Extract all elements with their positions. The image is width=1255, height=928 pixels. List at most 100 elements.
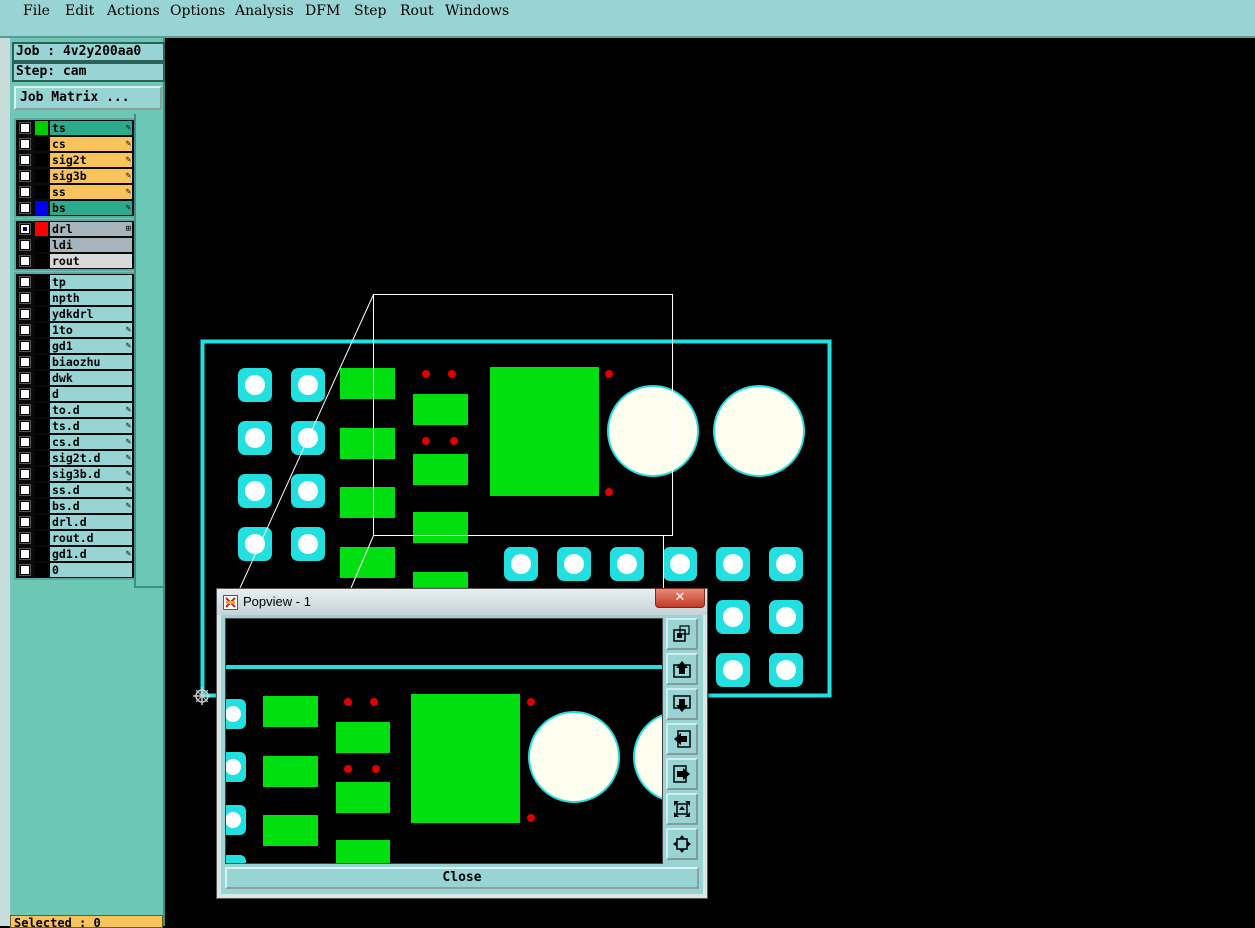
layer-checkbox[interactable] (19, 276, 31, 288)
layer-row-ydkdrl[interactable]: ydkdrl (16, 306, 134, 322)
menu-step[interactable]: Step (354, 3, 386, 19)
pan-up-button[interactable] (666, 653, 698, 685)
menu-rout[interactable]: Rout (400, 3, 434, 19)
layer-row-1to[interactable]: 1to ✎ (16, 322, 134, 338)
layer-name[interactable]: sig3b (50, 169, 132, 183)
layer-row-ss-d[interactable]: ss.d ✎ (16, 482, 134, 498)
layer-name[interactable]: sig2t (50, 153, 132, 167)
layer-row-sig3b[interactable]: sig3b ✎ (16, 168, 134, 184)
zoom-home-button[interactable] (666, 828, 698, 860)
layer-name[interactable]: ldi (50, 238, 132, 252)
layer-checkbox[interactable] (19, 484, 31, 496)
layer-checkbox[interactable] (19, 532, 31, 544)
layer-row-sig3b-d[interactable]: sig3b.d ✎ (16, 466, 134, 482)
menu-analysis[interactable]: Analysis (235, 3, 294, 19)
layer-name[interactable]: ss (50, 185, 132, 199)
layer-row-ts-d[interactable]: ts.d ✎ (16, 418, 134, 434)
layer-checkbox[interactable] (19, 436, 31, 448)
close-button[interactable]: Close (225, 867, 699, 889)
layer-name[interactable]: drl (50, 222, 132, 236)
layer-checkbox[interactable] (19, 388, 31, 400)
layer-row-rout[interactable]: rout (16, 253, 134, 269)
layer-row-biaozhu[interactable]: biaozhu (16, 354, 134, 370)
layer-name[interactable]: ts (50, 121, 132, 135)
layer-checkbox[interactable] (19, 564, 31, 576)
layer-name[interactable]: sig2t.d (50, 451, 132, 465)
menu-windows[interactable]: Windows (445, 3, 509, 19)
layer-name[interactable]: 1to (50, 323, 132, 337)
layer-checkbox[interactable] (19, 500, 31, 512)
popview-canvas[interactable] (225, 618, 663, 864)
menu-options[interactable]: Options (170, 3, 225, 19)
layer-checkbox[interactable] (19, 356, 31, 368)
pan-right-button[interactable] (666, 758, 698, 790)
menu-actions[interactable]: Actions (107, 3, 160, 19)
layer-row-d[interactable]: d (16, 386, 134, 402)
layer-name[interactable]: sig3b.d (50, 467, 132, 481)
zoom-window-button[interactable] (666, 618, 698, 650)
zoom-out-button[interactable] (666, 793, 698, 825)
layer-name[interactable]: cs.d (50, 435, 132, 449)
layer-row-sig2t-d[interactable]: sig2t.d ✎ (16, 450, 134, 466)
layer-row-cs-d[interactable]: cs.d ✎ (16, 434, 134, 450)
layer-row-rout-d[interactable]: rout.d (16, 530, 134, 546)
layer-row-tp[interactable]: tp (16, 274, 134, 290)
layer-row-ldi[interactable]: ldi (16, 237, 134, 253)
layer-checkbox[interactable] (19, 122, 31, 134)
pan-left-button[interactable] (666, 723, 698, 755)
layer-name[interactable]: ss.d (50, 483, 132, 497)
layer-row-npth[interactable]: npth (16, 290, 134, 306)
layer-row-0[interactable]: 0 (16, 562, 134, 578)
layer-checkbox[interactable] (19, 308, 31, 320)
layer-checkbox[interactable] (19, 255, 31, 267)
layer-checkbox[interactable] (19, 223, 31, 235)
menu-edit[interactable]: Edit (65, 3, 94, 19)
layer-row-sig2t[interactable]: sig2t ✎ (16, 152, 134, 168)
layer-name[interactable]: 0 (50, 563, 132, 577)
layer-row-drl-d[interactable]: drl.d (16, 514, 134, 530)
layer-name[interactable]: gd1 (50, 339, 132, 353)
layer-checkbox[interactable] (19, 420, 31, 432)
layer-name[interactable]: drl.d (50, 515, 132, 529)
layer-name[interactable]: bs.d (50, 499, 132, 513)
layer-name[interactable]: ydkdrl (50, 307, 132, 321)
layer-checkbox[interactable] (19, 548, 31, 560)
layer-row-gd1-d[interactable]: gd1.d ✎ (16, 546, 134, 562)
layer-row-to-d[interactable]: to.d ✎ (16, 402, 134, 418)
layer-checkbox[interactable] (19, 468, 31, 480)
layer-row-dwk[interactable]: dwk (16, 370, 134, 386)
layer-name[interactable]: d (50, 387, 132, 401)
layer-checkbox[interactable] (19, 138, 31, 150)
layer-name[interactable]: rout (50, 254, 132, 268)
layer-name[interactable]: biaozhu (50, 355, 132, 369)
layer-checkbox[interactable] (19, 202, 31, 214)
layer-name[interactable]: rout.d (50, 531, 132, 545)
layer-checkbox[interactable] (19, 372, 31, 384)
layer-checkbox[interactable] (19, 186, 31, 198)
layer-checkbox[interactable] (19, 324, 31, 336)
menu-file[interactable]: File (23, 3, 50, 19)
layer-name[interactable]: npth (50, 291, 132, 305)
layer-checkbox[interactable] (19, 340, 31, 352)
layer-name[interactable]: cs (50, 137, 132, 151)
layer-name[interactable]: bs (50, 201, 132, 215)
layer-name[interactable]: to.d (50, 403, 132, 417)
layer-row-bs-d[interactable]: bs.d ✎ (16, 498, 134, 514)
layer-name[interactable]: tp (50, 275, 132, 289)
layer-checkbox[interactable] (19, 516, 31, 528)
layer-row-ts[interactable]: ts ✎ (16, 120, 134, 136)
layer-checkbox[interactable] (19, 170, 31, 182)
menu-dfm[interactable]: DFM (305, 3, 340, 19)
layer-row-bs[interactable]: bs ✎ (16, 200, 134, 216)
layer-checkbox[interactable] (19, 154, 31, 166)
layer-row-ss[interactable]: ss ✎ (16, 184, 134, 200)
layer-row-drl[interactable]: drl ⊞ (16, 221, 134, 237)
pan-down-button[interactable] (666, 688, 698, 720)
layer-row-gd1[interactable]: gd1 ✎ (16, 338, 134, 354)
layer-checkbox[interactable] (19, 292, 31, 304)
layer-name[interactable]: ts.d (50, 419, 132, 433)
popview-titlebar[interactable]: Popview - 1 (217, 589, 707, 615)
layer-name[interactable]: gd1.d (50, 547, 132, 561)
job-matrix-button[interactable]: Job Matrix ... (14, 86, 162, 110)
layer-checkbox[interactable] (19, 404, 31, 416)
